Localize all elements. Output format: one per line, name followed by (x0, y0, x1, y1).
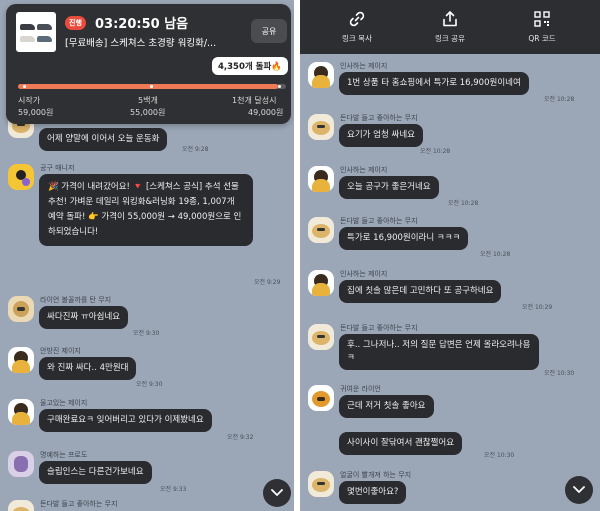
message-bubble[interactable]: 싸다진짜 ㅠ아쉽네요 (39, 306, 129, 329)
avatar[interactable] (308, 114, 334, 140)
milestone-price: 55,000원 (130, 108, 166, 117)
message-bubble[interactable]: 후.. 그나저나.. 저의 질문 답변은 언제 올라오려나용 ㅋ (339, 334, 539, 370)
sender-name: 돈다발 들고 좋아하는 무지 (340, 324, 418, 332)
avatar[interactable] (308, 471, 334, 497)
avatar[interactable] (8, 500, 34, 511)
avatar[interactable] (8, 164, 34, 190)
avatar[interactable] (308, 324, 334, 350)
milestone-label: 시작가 (18, 96, 41, 105)
avatar[interactable] (308, 385, 334, 411)
sender-name: 안방진 제이지 (40, 347, 81, 355)
avatar[interactable] (308, 217, 334, 243)
product-title[interactable]: [무료배송] 스케쳐스 초경량 워킹화/... (65, 35, 216, 49)
message-time: 오전 9:33 (160, 486, 187, 493)
message-time: 오전 10:28 (480, 251, 511, 258)
message-time: 오전 10:28 (420, 148, 451, 155)
avatar[interactable] (308, 270, 334, 296)
message-time: 오전 10:28 (448, 200, 479, 207)
message-time: 오전 10:30 (484, 452, 515, 459)
scroll-to-bottom-button[interactable] (263, 479, 291, 507)
message-time: 오전 9:32 (227, 434, 254, 441)
share-link-button[interactable]: 링크 공유 (410, 10, 490, 44)
message-time: 오전 9:30 (136, 381, 163, 388)
toolbar-label: QR 코드 (528, 34, 556, 43)
message-bubble[interactable]: 와 진짜 싸다.. 4만원대 (39, 357, 137, 380)
toolbar-label: 링크 공유 (435, 34, 465, 43)
avatar[interactable] (8, 451, 34, 477)
message-bubble[interactable]: 사이사이 잘닦여서 괜찮쩔어요 (339, 432, 463, 455)
avatar[interactable] (308, 166, 334, 192)
sender-name: 귀여운 라이언 (340, 385, 381, 393)
avatar[interactable] (308, 62, 334, 88)
sender-name: 라이언 볼꼴까를 탄 무지 (40, 296, 112, 304)
share-icon (443, 11, 457, 27)
message-time: 오전 9:30 (133, 330, 160, 337)
qr-code-button[interactable]: QR 코드 (502, 10, 582, 44)
avatar[interactable] (8, 347, 34, 373)
link-icon (349, 11, 365, 27)
message-bubble[interactable]: 근데 저거 칫솔 좋아요 (339, 395, 434, 418)
message-bubble[interactable]: 슬립인스는 다른건가보네요 (39, 461, 152, 484)
participants-tooltip: 4,350개 돌파🔥 (212, 57, 288, 75)
sender-name: 인사하는 제이지 (340, 270, 388, 278)
scroll-to-bottom-button[interactable] (565, 476, 593, 504)
message-time: 오전 9:29 (254, 279, 281, 286)
sender-name: 울고있는 제이지 (40, 399, 88, 407)
milestone-label: 5백개 (138, 96, 158, 105)
sender-name: 돈다발 들고 좋아하는 무지 (40, 500, 118, 508)
progress-track (18, 84, 286, 89)
sender-name: 공구 매니저 (40, 164, 75, 172)
status-badge: 진행 (65, 16, 86, 30)
milestone-dot (150, 85, 153, 88)
chevron-down-icon (573, 486, 585, 493)
share-button[interactable]: 공유 (251, 19, 287, 43)
milestone-dot (278, 85, 281, 88)
message-bubble[interactable]: 요기가 엄청 싸네요 (339, 124, 423, 147)
right-chat-screen: 링크 복사 링크 공유 QR 코드 인사하는 제이지 1번 상품 타 홈쇼핑에서… (300, 0, 600, 511)
sender-name: 인사하는 제이지 (340, 62, 388, 70)
sender-name: 얼굴이 빨개져 하는 무지 (340, 471, 412, 479)
message-time: 오전 10:29 (522, 304, 553, 311)
sender-name: 돈다발 들고 좋아하는 무지 (340, 114, 418, 122)
message-bubble[interactable]: 1번 상품 타 홈쇼핑에서 특가로 16,900원이네여 (339, 72, 529, 95)
message-bubble[interactable]: 집에 칫솔 많은데 고민하다 또 공구하네요 (339, 280, 502, 303)
message-bubble[interactable]: 특가로 16,900원이라니 ㅋㅋㅋ (339, 227, 469, 250)
countdown-timer: 03:20:50 남음 (95, 17, 189, 32)
message-bubble[interactable]: 구매완료요ㅋ 잊어버리고 있다가 이제봤네요 (39, 409, 212, 432)
message-bubble[interactable]: 어제 양말에 이어서 오늘 운동화 (39, 128, 168, 151)
copy-link-button[interactable]: 링크 복사 (317, 10, 397, 44)
message-bubble[interactable]: 🎉 가격이 내려갔어요! 🔻 [스케쳐스 공식] 추석 선물 추천! 가벼운 데… (39, 174, 253, 246)
milestone-dot (23, 85, 26, 88)
sender-name: 돈다발 들고 좋아하는 무지 (340, 217, 418, 225)
message-time: 오전 10:30 (544, 370, 575, 377)
sender-name: 명예하는 프로도 (40, 451, 88, 459)
share-toolbar: 링크 복사 링크 공유 QR 코드 (300, 0, 600, 54)
message-bubble[interactable]: 오늘 공구가 좋은거네요 (339, 176, 439, 199)
toolbar-label: 링크 복사 (342, 34, 372, 43)
avatar[interactable] (8, 399, 34, 425)
group-buy-card[interactable]: 진행 03:20:50 남음 [무료배송] 스케쳐스 초경량 워킹화/... 공… (6, 4, 291, 124)
chevron-down-icon (271, 489, 283, 496)
qr-code-icon (534, 11, 550, 27)
milestone-price: 49,000원 (248, 108, 284, 117)
progress-fill (18, 84, 278, 89)
avatar[interactable] (8, 296, 34, 322)
product-thumbnail[interactable] (16, 12, 56, 52)
milestone-label: 1천개 달성시 (232, 96, 277, 105)
message-time: 오전 10:28 (544, 96, 575, 103)
left-chat-screen: 어제 양말에 이어서 오늘 운동화 오전 9:28 공구 매니저 🎉 가격이 내… (0, 0, 294, 511)
message-bubble[interactable]: 몇번이좋아요? (339, 481, 407, 504)
message-time: 오전 9:28 (182, 146, 209, 153)
sender-name: 인사하는 제이지 (340, 166, 388, 174)
milestone-price: 59,000원 (18, 108, 54, 117)
